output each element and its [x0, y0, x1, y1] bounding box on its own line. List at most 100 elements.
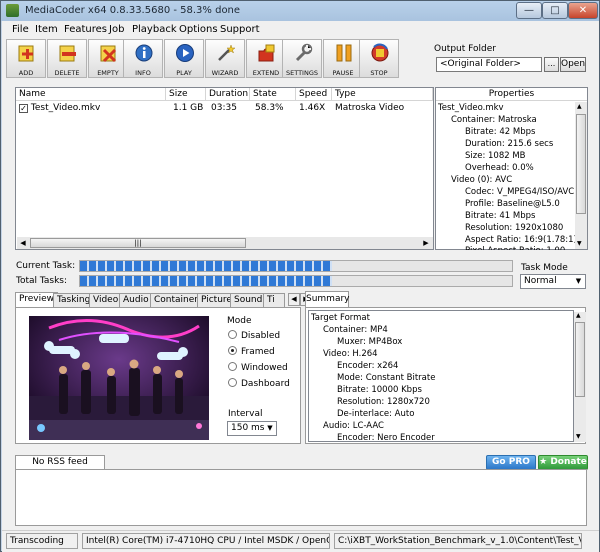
menu-playback[interactable]: Playback — [132, 24, 177, 35]
maximize-button[interactable]: □ — [542, 2, 568, 19]
delete-button[interactable]: DELETE — [47, 39, 87, 78]
wizard-label: WIZARD — [211, 69, 239, 77]
tab-audio[interactable]: Audio — [119, 293, 153, 307]
go-pro-label: Go PRO — [492, 457, 530, 467]
empty-button[interactable]: EMPTY — [88, 39, 128, 78]
file-list[interactable]: Name Size Duration State Speed Type ✓ Te… — [15, 87, 434, 250]
file-state: 58.3% — [255, 103, 284, 113]
mode-framed-label: Framed — [241, 347, 275, 357]
menu-job[interactable]: Job — [109, 24, 124, 35]
mode-windowed-radio[interactable]: Windowed — [228, 362, 288, 373]
prop-line: Profile: Baseline@L5.0 — [465, 199, 560, 209]
summary-line: Bitrate: 10000 Kbps — [337, 385, 422, 395]
task-mode-select[interactable]: Normal ▼ — [520, 274, 586, 289]
settings-button[interactable]: SETTINGS — [282, 39, 322, 78]
video-frame-art — [29, 316, 209, 440]
stop-button[interactable]: STOP — [359, 39, 399, 78]
tab-rss[interactable]: No RSS feed available — [15, 455, 105, 480]
column-header-state[interactable]: State — [250, 88, 296, 101]
tab-scroll-left-icon[interactable]: ◀ — [288, 293, 300, 306]
scroll-thumb[interactable] — [575, 322, 585, 397]
column-header-size[interactable]: Size — [166, 88, 206, 101]
mode-dashboard-radio[interactable]: Dashboard — [228, 378, 290, 389]
output-folder-input[interactable]: <Original Folder> — [436, 57, 542, 72]
info-button[interactable]: INFO — [123, 39, 163, 78]
wizard-button[interactable]: WIZARD — [205, 39, 245, 78]
menu-item[interactable]: Item — [35, 24, 58, 35]
summary-vscroll[interactable]: ▲ ▼ — [574, 312, 586, 442]
summary-line: Encoder: Nero Encoder — [337, 433, 435, 443]
status-path: C:\iXBT_WorkStation_Benchmark_v_1.0\Cont… — [334, 533, 582, 549]
prop-line: Pixel Aspect Ratio: 1.00 — [465, 246, 575, 250]
tab-preview[interactable]: Preview — [15, 292, 59, 308]
window-title: MediaCoder x64 0.8.33.5680 - 58.3% done — [25, 5, 241, 16]
stop-icon — [371, 43, 389, 62]
menu-support[interactable]: Support — [220, 24, 260, 35]
mode-framed-radio[interactable]: Framed — [228, 346, 275, 357]
extend-label: EXTEND — [252, 69, 280, 77]
tab-video[interactable]: Video — [89, 293, 123, 307]
scroll-left-arrow[interactable]: ◀ — [17, 237, 29, 249]
add-icon — [18, 45, 34, 62]
app-window: MediaCoder x64 0.8.33.5680 - 58.3% done … — [0, 0, 600, 552]
properties-vscroll[interactable]: ▲ ▼ — [575, 102, 587, 249]
column-header-speed[interactable]: Speed — [296, 88, 332, 101]
tab-more[interactable]: Ti — [263, 293, 285, 307]
current-task-label: Current Task: — [16, 261, 76, 271]
pause-button[interactable]: PAUSE — [323, 39, 363, 78]
total-tasks-label: Total Tasks: — [16, 276, 68, 286]
chevron-down-icon[interactable]: ▼ — [264, 422, 276, 435]
tab-container[interactable]: Container — [150, 293, 202, 307]
minimize-button[interactable]: — — [516, 2, 542, 19]
current-task-progress — [79, 260, 513, 272]
mode-disabled-radio[interactable]: Disabled — [228, 330, 280, 341]
play-button[interactable]: PLAY — [164, 39, 204, 78]
properties-panel[interactable]: Properties Test_Video.mkv Container: Mat… — [435, 87, 588, 250]
scroll-right-arrow[interactable]: ▶ — [420, 237, 432, 249]
prop-line: Codec: V_MPEG4/ISO/AVC — [465, 187, 575, 197]
settings-label: SETTINGS — [285, 69, 318, 77]
menu-file[interactable]: File — [12, 24, 29, 35]
app-logo-icon — [6, 4, 19, 17]
file-list-hscroll[interactable]: ◀ ||| ▶ — [17, 237, 433, 249]
scroll-down-arrow[interactable]: ▼ — [576, 433, 581, 440]
chevron-down-icon[interactable]: ▼ — [572, 275, 585, 288]
interval-select[interactable]: 150 ms ▼ — [227, 421, 277, 436]
browse-button[interactable]: ... — [544, 57, 559, 72]
scroll-thumb[interactable]: ||| — [30, 238, 246, 248]
column-header-type[interactable]: Type — [332, 88, 433, 101]
summary-tree[interactable]: Target Format Container: MP4 Muxer: MP4B… — [308, 310, 586, 443]
open-button[interactable]: Open — [560, 57, 586, 72]
menu-options[interactable]: Options — [179, 24, 218, 35]
task-mode-value: Normal — [524, 276, 557, 286]
play-icon — [176, 44, 194, 62]
prop-line: Resolution: 1920x1080 — [465, 223, 564, 233]
scroll-up-arrow[interactable]: ▲ — [576, 312, 581, 319]
column-header-duration[interactable]: Duration — [206, 88, 250, 101]
scroll-down-arrow[interactable]: ▼ — [577, 240, 582, 247]
file-duration: 03:35 — [211, 103, 237, 113]
total-tasks-progress — [79, 275, 513, 287]
donate-button[interactable]: ★ Donate — [538, 455, 588, 470]
go-pro-button[interactable]: Go PRO — [486, 455, 536, 470]
file-speed: 1.46X — [299, 103, 326, 113]
tab-summary[interactable]: Summary — [305, 291, 350, 307]
prop-line: Overhead: 0.0% — [465, 163, 534, 173]
prop-line: Bitrate: 41 Mbps — [465, 211, 536, 221]
prop-line: Duration: 215.6 secs — [465, 139, 554, 149]
column-header-name[interactable]: Name — [16, 88, 166, 101]
mode-disabled-label: Disabled — [241, 331, 281, 341]
scroll-up-arrow[interactable]: ▲ — [577, 103, 582, 110]
table-row[interactable]: ✓ Test_Video.mkv — [19, 102, 167, 115]
prop-line: Bitrate: 42 Mbps — [465, 127, 536, 137]
add-button[interactable]: ADD — [6, 39, 46, 78]
info-label: INFO — [135, 69, 151, 77]
tab-sound[interactable]: Sound — [230, 293, 267, 307]
summary-line: Target Format — [311, 313, 370, 323]
menu-features[interactable]: Features — [64, 24, 107, 35]
title-bar[interactable]: MediaCoder x64 0.8.33.5680 - 58.3% done … — [1, 1, 599, 21]
file-checkbox[interactable]: ✓ — [19, 104, 28, 113]
extend-button[interactable]: EXTEND — [246, 39, 286, 78]
scroll-thumb[interactable] — [576, 114, 586, 214]
close-button[interactable]: ✕ — [568, 2, 598, 19]
